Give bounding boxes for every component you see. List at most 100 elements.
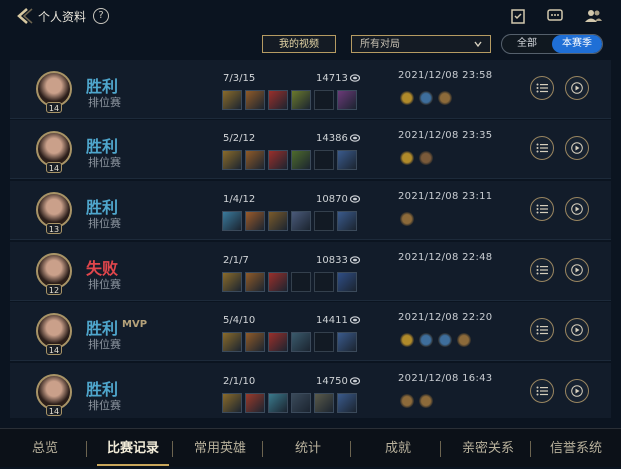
nav-tab[interactable]: 常用英雄	[178, 429, 262, 467]
nav-divider	[440, 441, 441, 457]
match-details-button[interactable]	[530, 318, 554, 342]
toggle-all[interactable]: 全部	[502, 35, 552, 53]
item-slot[interactable]	[268, 211, 288, 231]
gold-coin-icon	[350, 134, 360, 142]
item-slot[interactable]	[222, 90, 242, 110]
chat-icon[interactable]	[546, 8, 564, 24]
match-date: 2021/12/08 22:20	[398, 312, 493, 323]
empty-item-slot	[291, 272, 311, 292]
match-row[interactable]: 13 胜利 排位赛 1/4/12 10870 2021/12/08 23:11	[10, 181, 611, 240]
nav-divider	[86, 441, 87, 457]
friends-icon[interactable]	[584, 8, 602, 24]
gold-coin-icon	[350, 256, 360, 264]
item-slot[interactable]	[245, 211, 265, 231]
toggle-this-season[interactable]: 本赛季	[552, 35, 602, 53]
item-slot[interactable]	[245, 272, 265, 292]
play-icon	[571, 324, 583, 336]
nav-tab[interactable]: 统计	[268, 429, 348, 467]
match-details-button[interactable]	[530, 136, 554, 160]
match-date: 2021/12/08 23:58	[398, 70, 493, 81]
match-row[interactable]: 14 胜利 MVP 排位赛 5/4/10 14411 2021/12/08 22:20	[10, 302, 611, 361]
replay-button[interactable]	[565, 318, 589, 342]
item-slot[interactable]	[291, 150, 311, 170]
item-slot[interactable]	[268, 393, 288, 413]
item-slot[interactable]	[245, 393, 265, 413]
play-icon	[571, 82, 583, 94]
item-slot[interactable]	[314, 393, 334, 413]
item-slot[interactable]	[268, 150, 288, 170]
match-details-button[interactable]	[530, 258, 554, 282]
item-slot[interactable]	[245, 150, 265, 170]
match-row[interactable]: 14 胜利 排位赛 5/2/12 14386 2021/12/08 23:35	[10, 120, 611, 179]
nav-tab[interactable]: 总览	[10, 429, 80, 467]
item-slot[interactable]	[268, 272, 288, 292]
play-icon	[571, 264, 583, 276]
replay-button[interactable]	[565, 136, 589, 160]
match-row[interactable]: 14 胜利 排位赛 2/1/10 14750 2021/12/08 16:43	[10, 363, 611, 418]
match-details-button[interactable]	[530, 197, 554, 221]
item-slot[interactable]	[337, 150, 357, 170]
nav-tab[interactable]: 亲密关系	[446, 429, 530, 467]
replay-button[interactable]	[565, 197, 589, 221]
mvp-badge: MVP	[122, 319, 148, 330]
match-details-button[interactable]	[530, 379, 554, 403]
empty-item-slot	[314, 211, 334, 231]
item-slot[interactable]	[222, 272, 242, 292]
item-slot[interactable]	[291, 90, 311, 110]
item-slot[interactable]	[222, 332, 242, 352]
kda-value: 5/2/12	[223, 133, 256, 144]
season-toggle: 全部 本赛季	[501, 34, 603, 54]
match-mode: 排位赛	[88, 338, 121, 351]
kda-value: 5/4/10	[223, 315, 256, 326]
item-slot[interactable]	[245, 90, 265, 110]
replay-button[interactable]	[565, 379, 589, 403]
item-slot[interactable]	[337, 211, 357, 231]
kda-value: 1/4/12	[223, 194, 256, 205]
kda-value: 2/1/7	[223, 255, 249, 266]
match-details-button[interactable]	[530, 76, 554, 100]
nav-divider	[350, 441, 351, 457]
match-row[interactable]: 14 胜利 排位赛 7/3/15 14713 2021/12/08 23:58	[10, 60, 611, 119]
match-mode: 排位赛	[88, 278, 121, 291]
nav-tab[interactable]: 比赛记录	[92, 429, 174, 467]
gold-coin-icon	[350, 195, 360, 203]
top-bar: 个人资料 ?	[0, 0, 621, 32]
item-slot[interactable]	[245, 332, 265, 352]
gold-coin-icon	[350, 316, 360, 324]
nav-tab[interactable]: 成就	[356, 429, 440, 467]
list-icon	[536, 204, 548, 214]
item-slot[interactable]	[268, 332, 288, 352]
task-checklist-icon[interactable]	[509, 8, 527, 24]
item-slot[interactable]	[337, 332, 357, 352]
item-slot[interactable]	[337, 393, 357, 413]
replay-button[interactable]	[565, 258, 589, 282]
list-icon	[536, 265, 548, 275]
item-slot[interactable]	[337, 272, 357, 292]
kda-value: 2/1/10	[223, 376, 256, 387]
match-filter-select[interactable]: 所有对局	[351, 35, 491, 53]
gold-value: 14411	[316, 315, 348, 326]
match-mode: 排位赛	[88, 217, 121, 230]
gold-coin-icon	[350, 377, 360, 385]
item-slot[interactable]	[337, 90, 357, 110]
nav-tab[interactable]: 信誉系统	[536, 429, 616, 467]
help-icon[interactable]: ?	[93, 8, 109, 24]
my-videos-button[interactable]: 我的视频	[262, 35, 336, 53]
match-row[interactable]: 12 失败 排位赛 2/1/7 10833 2021/12/08 22:48	[10, 242, 611, 301]
item-slot[interactable]	[222, 211, 242, 231]
gold-value: 14750	[316, 376, 348, 387]
replay-button[interactable]	[565, 76, 589, 100]
list-icon	[536, 143, 548, 153]
empty-item-slot	[314, 332, 334, 352]
hero-level: 13	[46, 223, 62, 234]
item-slot[interactable]	[291, 393, 311, 413]
item-slot[interactable]	[222, 150, 242, 170]
item-slot[interactable]	[291, 211, 311, 231]
item-slot[interactable]	[291, 332, 311, 352]
honor-badge-icon	[400, 333, 414, 347]
item-slot[interactable]	[222, 393, 242, 413]
match-date: 2021/12/08 16:43	[398, 373, 493, 384]
honor-badge-icon	[457, 333, 471, 347]
item-slot[interactable]	[268, 90, 288, 110]
chevron-left-icon[interactable]	[14, 7, 34, 25]
